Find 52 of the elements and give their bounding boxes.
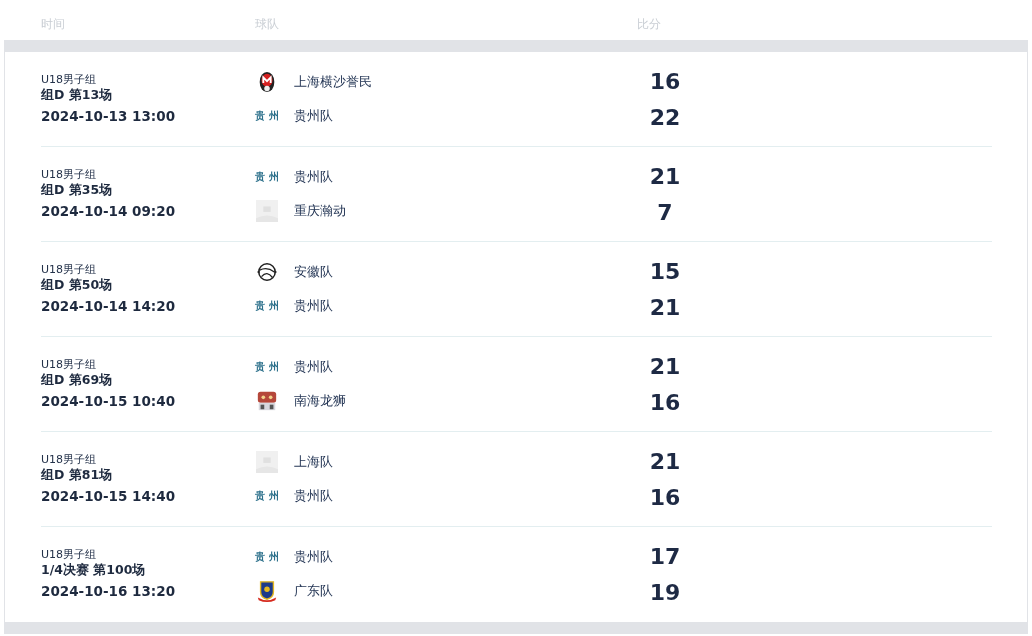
match-group: U18男子组: [41, 73, 255, 87]
shield-icon: [255, 580, 279, 602]
match-round: 组D 第13场: [41, 87, 114, 103]
match-datetime: 2024-10-15 10:40: [41, 392, 177, 410]
team-score: 16: [649, 70, 681, 93]
team-name[interactable]: 上海队: [294, 453, 333, 471]
match-group: U18男子组: [41, 358, 255, 372]
team-name[interactable]: 上海横沙誉民: [294, 73, 372, 91]
team-logo-text: 贵 州: [255, 489, 279, 503]
team-name[interactable]: 贵州队: [294, 548, 333, 566]
team-name[interactable]: 贵州队: [294, 107, 333, 125]
team-logo-text: 贵 州: [255, 550, 279, 564]
team-score: 21: [649, 296, 681, 319]
match-group: U18男子组: [41, 453, 255, 467]
team-score: 16: [649, 486, 681, 509]
team-score: 19: [649, 581, 681, 604]
team-name[interactable]: 广东队: [294, 582, 333, 600]
team-score: 7: [657, 201, 673, 224]
match-datetime: 2024-10-16 13:20: [41, 582, 177, 600]
match-round: 组D 第69场: [41, 372, 114, 388]
team-name[interactable]: 贵州队: [294, 168, 333, 186]
match-datetime: 2024-10-14 09:20: [41, 202, 177, 220]
match-round: 组D 第35场: [41, 182, 114, 198]
team-logo-text: 贵 州: [255, 360, 279, 374]
team-score: 17: [649, 545, 681, 568]
team-name[interactable]: 重庆瀚动: [294, 202, 346, 220]
team-score: 21: [649, 450, 681, 473]
team-logo-text: 贵 州: [255, 109, 279, 123]
team-name[interactable]: 南海龙狮: [294, 392, 346, 410]
match-round: 1/4决赛 第100场: [41, 562, 147, 578]
match-round: 组D 第81场: [41, 467, 114, 483]
match-datetime: 2024-10-14 14:20: [41, 297, 177, 315]
team-score: 22: [649, 106, 681, 129]
match-group: U18男子组: [41, 548, 255, 562]
match-datetime: 2024-10-15 14:40: [41, 487, 177, 505]
team-score: 21: [649, 355, 681, 378]
team-logo-text: 贵 州: [255, 170, 279, 184]
match-round: 组D 第50场: [41, 277, 114, 293]
ball-icon: [255, 261, 279, 283]
team-name[interactable]: 贵州队: [294, 358, 333, 376]
team-name[interactable]: 安徽队: [294, 263, 333, 281]
match-group: U18男子组: [41, 263, 255, 277]
team-logo-text: 贵 州: [255, 299, 279, 313]
match-group: U18男子组: [41, 168, 255, 182]
team-score: 15: [649, 260, 681, 283]
team-name[interactable]: 贵州队: [294, 487, 333, 505]
team-score: 21: [649, 165, 681, 188]
team-name[interactable]: 贵州队: [294, 297, 333, 315]
image-placeholder-icon: [255, 451, 279, 473]
match-datetime: 2024-10-13 13:00: [41, 107, 177, 125]
team-score: 16: [649, 391, 681, 414]
image-placeholder-icon: [255, 200, 279, 222]
